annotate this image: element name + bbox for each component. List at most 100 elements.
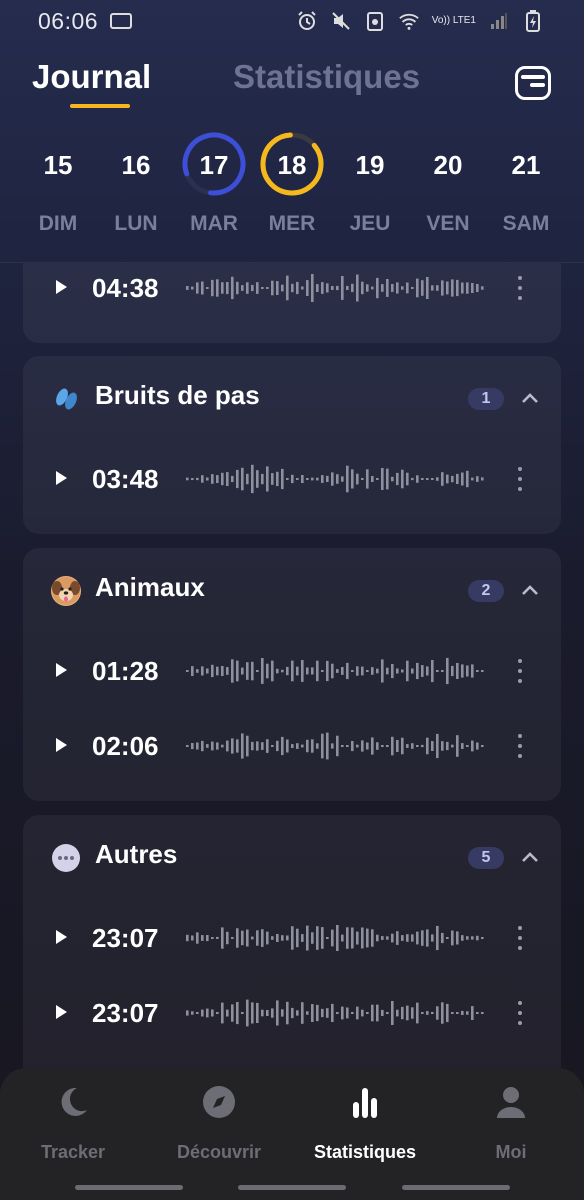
- waveform-bar: [461, 664, 464, 678]
- waveform-bar: [241, 467, 244, 491]
- chevron-up-icon[interactable]: [520, 582, 540, 598]
- nav-label: Statistiques: [313, 1142, 417, 1162]
- calendar-list-icon[interactable]: [515, 66, 551, 100]
- network-type: Vo)) LTE1: [431, 15, 476, 26]
- waveform-bar: [291, 744, 294, 748]
- day-16[interactable]: 16 LUN: [98, 130, 174, 240]
- group-header[interactable]: Autres 5: [23, 815, 561, 899]
- waveform-bar: [476, 742, 479, 750]
- more-options-icon[interactable]: [513, 659, 527, 683]
- tab-statistiques[interactable]: Statistiques: [233, 58, 420, 96]
- waveform-bar: [421, 665, 424, 677]
- play-icon[interactable]: [56, 471, 67, 485]
- waveform-bar: [211, 474, 214, 484]
- recording-row[interactable]: 04:38: [23, 263, 561, 318]
- day-19[interactable]: 19 JEU: [332, 130, 408, 240]
- waveform-bar: [311, 932, 314, 944]
- recording-row[interactable]: 01:28: [23, 641, 561, 701]
- recording-row[interactable]: 02:06: [23, 716, 561, 776]
- waveform-bar: [326, 475, 329, 482]
- waveform-bar: [186, 934, 189, 942]
- day-21[interactable]: 21 SAM: [488, 130, 564, 240]
- waveform-bar: [451, 279, 454, 297]
- play-icon[interactable]: [56, 930, 67, 944]
- waveform-bar: [311, 667, 314, 675]
- nav-tracker[interactable]: Tracker: [0, 1068, 146, 1178]
- recordings-list[interactable]: 04:38 Bruits de pas 1 03:48 Animaux 2 01…: [0, 262, 584, 1070]
- chevron-up-icon[interactable]: [520, 849, 540, 865]
- waveform-bar: [451, 1012, 454, 1014]
- waveform-bar: [466, 470, 469, 488]
- day-20[interactable]: 20 VEN: [410, 130, 486, 240]
- waveform-bar: [421, 744, 424, 748]
- recording-row[interactable]: 03:48: [23, 449, 561, 509]
- waveform-bar: [251, 741, 254, 751]
- waveform-bar: [291, 926, 294, 950]
- waveform-bar: [206, 1008, 209, 1018]
- waveform-bar: [256, 930, 259, 946]
- more-options-icon[interactable]: [513, 734, 527, 758]
- waveform-bar: [286, 666, 289, 676]
- more-options-icon[interactable]: [513, 1001, 527, 1025]
- day-name: DIM: [38, 212, 78, 235]
- recording-row[interactable]: 23:07: [23, 908, 561, 968]
- waveform-bar: [391, 284, 394, 292]
- waveform-bar: [331, 663, 334, 679]
- more-options-icon[interactable]: [513, 467, 527, 491]
- play-icon[interactable]: [56, 280, 67, 294]
- waveform-bar: [241, 733, 244, 759]
- waveform-bar: [246, 929, 249, 947]
- waveform-bar: [316, 743, 319, 749]
- waveform-bar: [266, 663, 269, 679]
- day-18[interactable]: 18 MER: [254, 130, 330, 240]
- nav-moi[interactable]: Moi: [438, 1068, 584, 1178]
- waveform-bar: [376, 1004, 379, 1022]
- waveform-bar: [221, 472, 224, 486]
- waveform-bar: [326, 660, 329, 682]
- waveform-bar: [316, 477, 319, 481]
- more-options-icon[interactable]: [513, 276, 527, 300]
- waveform-bar: [336, 474, 339, 484]
- waveform-bar: [471, 664, 474, 678]
- battery-charging-icon: [522, 10, 544, 32]
- day-17[interactable]: 17 MAR: [176, 130, 252, 240]
- status-time: 06:06: [38, 7, 99, 34]
- waveform-bar: [431, 660, 434, 683]
- chevron-up-icon[interactable]: [520, 390, 540, 406]
- waveform-bar: [216, 742, 219, 750]
- waveform-bar: [196, 1012, 199, 1014]
- waveform-bar: [381, 659, 384, 683]
- waveform-bar: [211, 937, 214, 939]
- tab-journal[interactable]: Journal: [32, 58, 151, 96]
- play-icon[interactable]: [56, 738, 67, 752]
- day-15[interactable]: 15 DIM: [20, 130, 96, 240]
- play-icon[interactable]: [56, 1005, 67, 1019]
- group-header[interactable]: Animaux 2: [23, 548, 561, 632]
- waveform-bar: [276, 668, 279, 674]
- count-badge: 1: [468, 388, 504, 410]
- header: Journal Statistiques: [0, 58, 584, 118]
- waveform-bar: [206, 287, 209, 289]
- play-icon[interactable]: [56, 663, 67, 677]
- waveform-bar: [436, 477, 439, 481]
- waveform-bar: [336, 669, 339, 673]
- waveform-bar: [261, 929, 264, 947]
- waveform-bar: [326, 1008, 329, 1018]
- recording-group-card: Bruits de pas 1 03:48: [23, 356, 561, 534]
- waveform-bar: [346, 1007, 349, 1019]
- waveform-bar: [356, 744, 359, 748]
- more-options-icon[interactable]: [513, 926, 527, 950]
- waveform-bar: [266, 739, 269, 753]
- waveform-bar: [336, 925, 339, 951]
- recording-row[interactable]: 23:07: [23, 983, 561, 1043]
- waveform-bar: [371, 286, 374, 290]
- gesture-bar: [238, 1185, 346, 1190]
- waveform-bar: [296, 666, 299, 676]
- waveform-bar: [191, 935, 194, 941]
- nav-statistiques[interactable]: Statistiques: [292, 1068, 438, 1178]
- waveform-bar: [471, 477, 474, 481]
- group-title: Animaux: [95, 572, 205, 602]
- group-header[interactable]: Bruits de pas 1: [23, 356, 561, 440]
- nav-decouvrir[interactable]: Découvrir: [146, 1068, 292, 1178]
- waveform-bar: [476, 935, 479, 941]
